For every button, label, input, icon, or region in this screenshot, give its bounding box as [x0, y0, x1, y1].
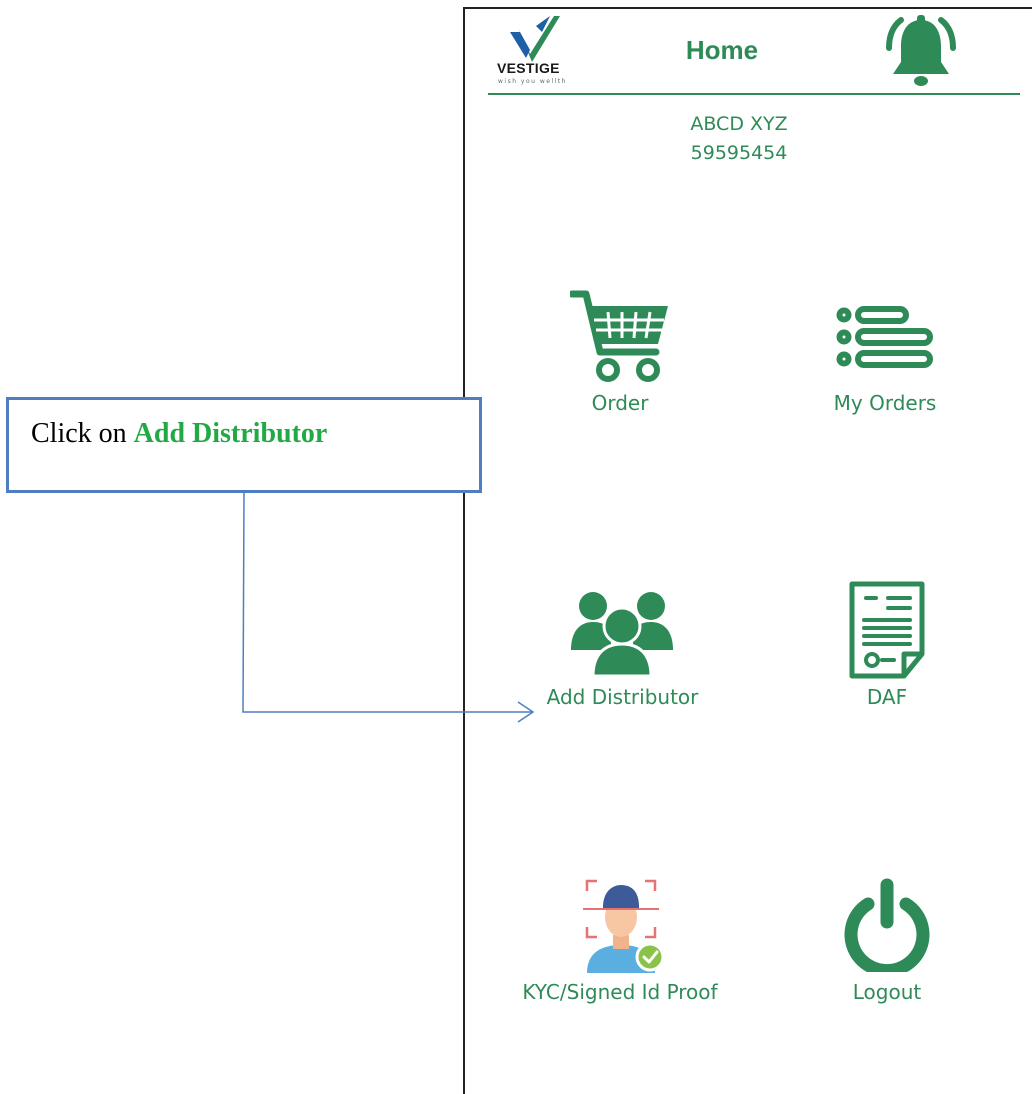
- callout-connector-arrow: [242, 492, 535, 723]
